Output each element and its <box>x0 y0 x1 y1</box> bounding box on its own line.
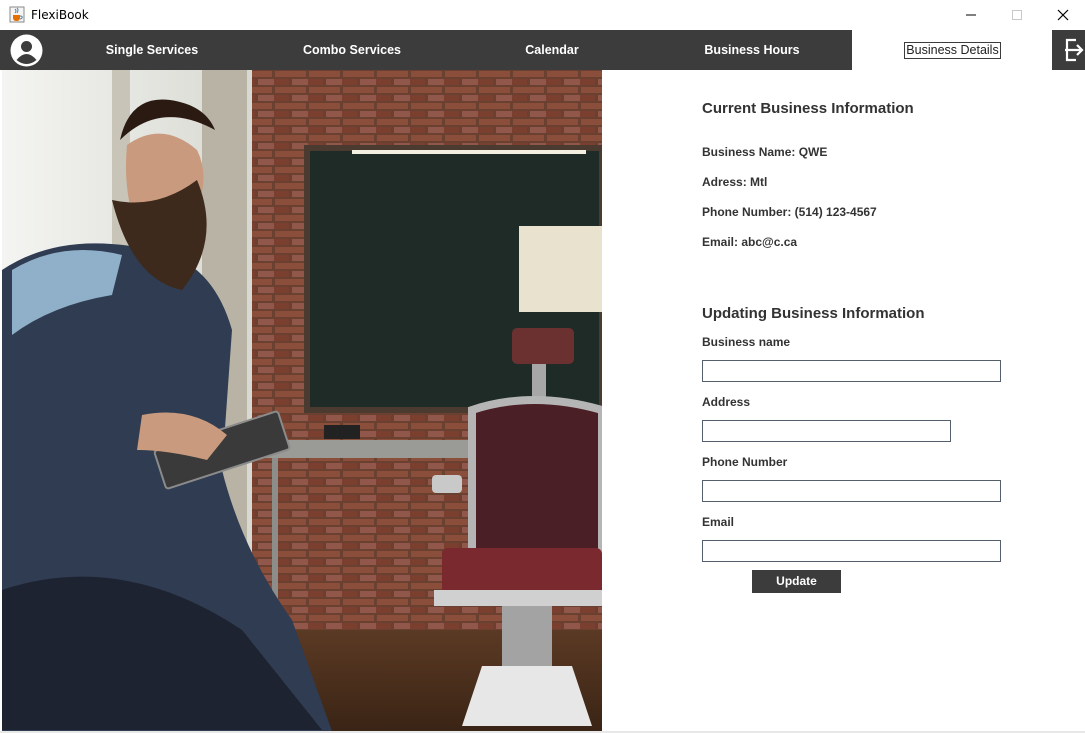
business-name-label: Business name <box>702 335 791 349</box>
email-line: Email: abc@c.ca <box>702 235 798 249</box>
nav-single-services[interactable]: Single Services <box>92 30 212 70</box>
logout-icon <box>1065 38 1084 62</box>
barbershop-photo <box>2 70 602 731</box>
window-titlebar: FlexiBook <box>0 0 1085 30</box>
minimize-icon <box>966 14 976 16</box>
business-name-line: Business Name: QWE <box>702 145 828 159</box>
current-info-heading: Current Business Information <box>702 100 914 117</box>
maximize-icon <box>1012 10 1022 20</box>
logout-button[interactable] <box>1052 30 1085 70</box>
update-info-heading: Updating Business Information <box>702 305 925 322</box>
nav-business-hours[interactable]: Business Hours <box>692 30 812 70</box>
update-button[interactable]: Update <box>752 570 841 593</box>
address-input[interactable] <box>702 420 951 442</box>
nav-combo-services[interactable]: Combo Services <box>292 30 412 70</box>
phone-number-input[interactable] <box>702 480 1001 502</box>
nav-calendar[interactable]: Calendar <box>492 30 612 70</box>
user-avatar-icon[interactable] <box>10 34 43 67</box>
java-coffee-icon <box>9 6 25 23</box>
business-name-input[interactable] <box>702 360 1001 382</box>
phone-line: Phone Number: (514) 123-4567 <box>702 205 877 219</box>
maximize-button[interactable] <box>994 0 1040 30</box>
address-label: Address <box>702 395 751 409</box>
window-title: FlexiBook <box>31 8 89 22</box>
address-line: Adress: Mtl <box>702 175 768 189</box>
close-button[interactable] <box>1040 0 1085 30</box>
main-navbar: Single Services Combo Services Calendar … <box>0 30 852 70</box>
close-icon <box>1057 9 1069 21</box>
email-input[interactable] <box>702 540 1001 562</box>
minimize-button[interactable] <box>948 0 994 30</box>
nav-business-details[interactable]: Business Details <box>904 42 1001 59</box>
phone-number-label: Phone Number <box>702 455 788 469</box>
email-label: Email <box>702 515 735 529</box>
